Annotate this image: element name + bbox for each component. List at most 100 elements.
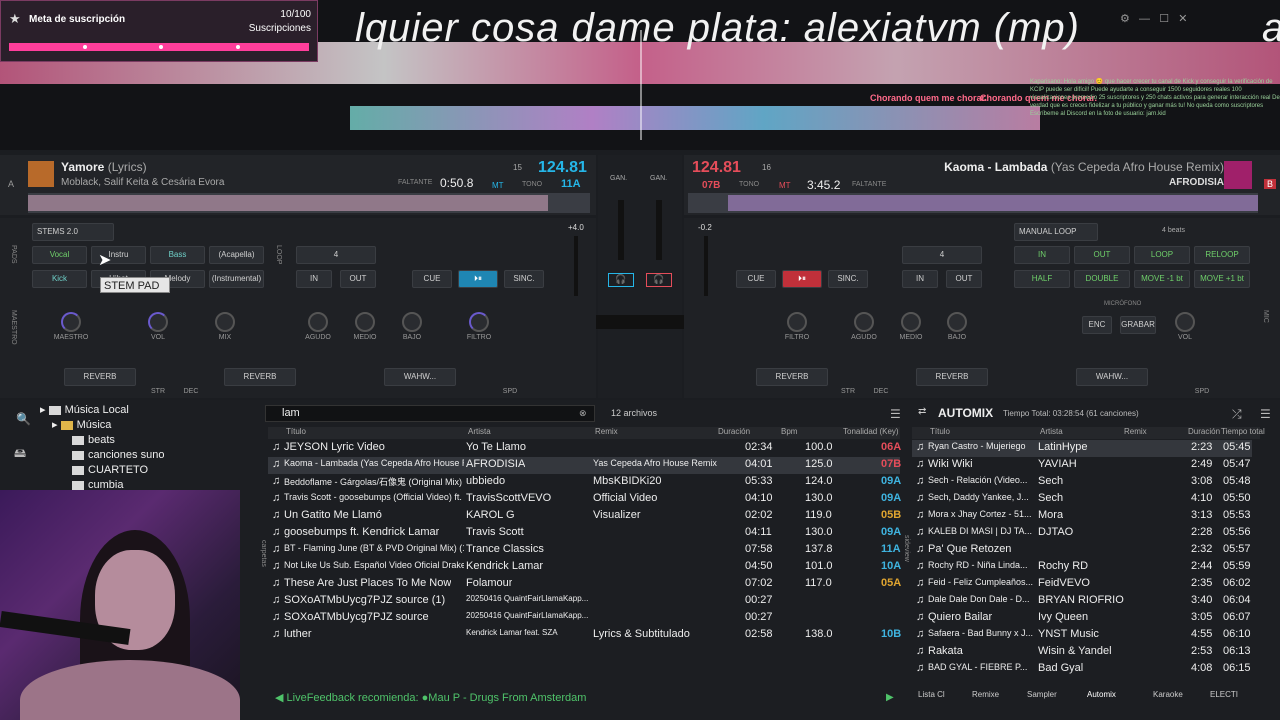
tree-item[interactable]: CUARTETO <box>40 463 258 478</box>
next-recommendation-icon[interactable]: ▶ <box>886 692 894 703</box>
loop-in-pad[interactable]: IN <box>1014 246 1070 264</box>
automix-row[interactable]: ♫ Wiki Wiki YAVIAH 2:49 05:47 <box>912 457 1252 474</box>
table-row[interactable]: ♫ Beddoflame - Gárgolas/石像鬼 (Original Mix… <box>268 474 901 491</box>
tab-automix[interactable]: Automix <box>1087 690 1116 699</box>
deck-b-loop-in[interactable]: IN <box>902 270 938 288</box>
deck-b-agudo-knob[interactable] <box>854 312 874 332</box>
automix-row[interactable]: ♫ Quiero Bailar Ivy Queen 3:05 06:07 <box>912 610 1252 627</box>
deck-b-pitch-slider[interactable] <box>704 236 708 296</box>
table-row[interactable]: ♫ Not Like Us Sub. Español Video Oficial … <box>268 559 901 576</box>
crossfader[interactable] <box>596 315 686 329</box>
mix-knob[interactable] <box>215 312 235 332</box>
tab-electi[interactable]: ELECTI <box>1210 690 1238 699</box>
deck-b-mt[interactable]: MT <box>779 181 791 190</box>
double-pad[interactable]: DOUBLE <box>1074 270 1130 288</box>
deck-b-play-button[interactable]: ⏵⏸ <box>782 270 822 288</box>
deck-b-fx1-select[interactable]: REVERB <box>756 368 828 386</box>
deck-a-play-button[interactable]: ⏵⏸ <box>458 270 498 288</box>
table-row[interactable]: ♫ SOXoATMbUycg7PJZ source (1) 20250416 Qua… <box>268 593 900 610</box>
loop-pad[interactable]: LOOP <box>1134 246 1190 264</box>
automix-row[interactable]: ♫ KALEB DI MASI | DJ TA... DJTAO 2:28 05:56 <box>912 525 1252 542</box>
loop-out-pad[interactable]: OUT <box>1074 246 1130 264</box>
automix-row[interactable]: ♫ Mora x Jhay Cortez - 51... Mora 3:13 05:53 <box>912 508 1252 525</box>
clear-search-icon[interactable]: ⊗ <box>579 408 587 419</box>
deck-b-waveform[interactable] <box>688 193 1258 213</box>
deck-a-agudo-knob[interactable] <box>308 312 328 332</box>
automix-row[interactable]: ♫ Dale Dale Don Dale - D... BRYAN RIOFRIO 3… <box>912 593 1252 610</box>
table-row[interactable]: ♫ JEYSON Lyric Video Yo Te Llamo 02:34 100.0… <box>268 440 901 457</box>
automix-row[interactable]: ♫ BAD GYAL - FIEBRE P... Bad Gyal 4:08 06:15 <box>912 661 1252 678</box>
deck-b-fx3-select[interactable]: WAHW... <box>1076 368 1148 386</box>
amx-col-title[interactable]: Título <box>930 427 950 436</box>
table-row[interactable]: ♫ These Are Just Places To Me Now Folamour… <box>268 576 901 593</box>
pad-kick[interactable]: Kick <box>32 270 87 288</box>
channel-b-fader[interactable] <box>656 200 662 260</box>
table-row[interactable]: ♫ Travis Scott - goosebumps (Official Vid… <box>268 491 901 508</box>
deck-a-bajo-knob[interactable] <box>402 312 422 332</box>
list-view-icon[interactable]: ☰ <box>890 407 901 421</box>
amx-col-duration[interactable]: Duración <box>1188 427 1220 436</box>
deck-b-loop-out[interactable]: OUT <box>946 270 982 288</box>
move-back-pad[interactable]: MOVE -1 bt <box>1134 270 1190 288</box>
headphone-a-icon[interactable]: 🎧 <box>608 273 634 287</box>
deck-a-header[interactable]: A Yamore (Lyrics) Moblack, Salif Keita &… <box>0 155 596 215</box>
table-row[interactable]: ♫ Un Gatito Me Llamó KAROL G Visualizer 02:0… <box>268 508 901 525</box>
table-row[interactable]: ♫ luther Kendrick Lamar feat. SZA Lyrics & … <box>268 627 901 644</box>
deck-b-bajo-knob[interactable] <box>947 312 967 332</box>
deck-b-loop-length[interactable]: 4 <box>902 246 982 264</box>
vol-knob[interactable] <box>148 312 168 332</box>
mic-vol-knob[interactable] <box>1175 312 1195 332</box>
automix-row[interactable]: ♫ Safaera - Bad Bunny x J... YNST Music 4:5… <box>912 627 1252 644</box>
deck-a-fx3-select[interactable]: WAHW... <box>384 368 456 386</box>
headphone-b-icon[interactable]: 🎧 <box>646 273 672 287</box>
deck-a-fx1-select[interactable]: REVERB <box>64 368 136 386</box>
deck-a-loop-in[interactable]: IN <box>296 270 332 288</box>
deck-a-loop-out[interactable]: OUT <box>340 270 376 288</box>
tab-karaoke[interactable]: Karaoke <box>1153 690 1183 699</box>
automix-row[interactable]: ♫ Rochy RD - Niña Linda... Rochy RD 2:44 05:… <box>912 559 1252 576</box>
deck-a-loop-length[interactable]: 4 <box>296 246 376 264</box>
tab-sampler[interactable]: Sampler <box>1027 690 1057 699</box>
col-remix[interactable]: Remix <box>595 427 618 436</box>
channel-a-fader[interactable] <box>618 200 624 260</box>
tab-lista[interactable]: Lista Cl <box>918 690 945 699</box>
master-knob[interactable] <box>61 312 81 332</box>
table-row[interactable]: ♫ SOXoATMbUycg7PJZ source 20250416 QuaintF… <box>268 610 900 627</box>
folder-tree[interactable]: ▸ Música Local ▸ Música beats canciones … <box>40 403 258 493</box>
col-artist[interactable]: Artista <box>468 427 491 436</box>
deck-a-sync-button[interactable]: SINC. <box>504 270 544 288</box>
deck-a-mt[interactable]: MT <box>492 181 504 190</box>
tree-root[interactable]: ▸ Música Local <box>40 403 258 418</box>
pad-bass[interactable]: Bass <box>150 246 205 264</box>
automix-row[interactable]: ♫ Feid - Feliz Cumpleaños... FeidVEVO 2:35 0… <box>912 576 1252 593</box>
pad-acapella[interactable]: (Acapella) <box>209 246 264 264</box>
deck-a-cue-button[interactable]: CUE <box>412 270 452 288</box>
deck-b-header[interactable]: 124.81 16 07B TONO MT 3:45.2 FALTANTE Ka… <box>684 155 1280 215</box>
table-row[interactable]: ♫ goosebumps ft. Kendrick Lamar Travis Sco… <box>268 525 901 542</box>
search-input[interactable]: lam <box>265 405 595 422</box>
tree-item[interactable]: beats <box>40 433 258 448</box>
livefeedback-recommendation[interactable]: ◀ LiveFeedback recomienda: ●Mau P - Drug… <box>275 691 586 704</box>
shuffle-icon[interactable]: ⤮ <box>1232 407 1242 422</box>
pad-vocal[interactable]: Vocal <box>32 246 87 264</box>
tab-remixes[interactable]: Remixe <box>972 690 999 699</box>
deck-b-cue-button[interactable]: CUE <box>736 270 776 288</box>
window-controls[interactable]: ⚙ — ☐ ✕ <box>1120 12 1280 26</box>
deck-b-fx2-select[interactable]: REVERB <box>916 368 988 386</box>
reloop-pad[interactable]: RELOOP <box>1194 246 1250 264</box>
deck-b-medio-knob[interactable] <box>901 312 921 332</box>
amx-col-remix[interactable]: Remix <box>1124 427 1147 436</box>
deck-a-waveform[interactable] <box>28 193 590 213</box>
table-row[interactable]: ♫ Kaoma - Lambada (Yas Cepeda Afro House … <box>268 457 901 474</box>
stems-selector[interactable]: STEMS 2.0 <box>32 223 114 241</box>
col-title[interactable]: Título <box>286 427 306 436</box>
automix-row[interactable]: ♫ Ryan Castro - Mujeriego LatinHype 2:23 05:… <box>912 440 1252 457</box>
deck-a-filtro-knob[interactable] <box>469 312 489 332</box>
col-duration[interactable]: Duración <box>718 427 750 436</box>
amx-col-total[interactable]: Tiempo total <box>1221 427 1265 436</box>
tree-music[interactable]: ▸ Música <box>40 418 258 433</box>
col-key[interactable]: Tonalidad (Key) <box>843 427 899 436</box>
half-pad[interactable]: HALF <box>1014 270 1070 288</box>
search-icon[interactable]: 🔍 <box>16 412 31 426</box>
move-forward-pad[interactable]: MOVE +1 bt <box>1194 270 1250 288</box>
